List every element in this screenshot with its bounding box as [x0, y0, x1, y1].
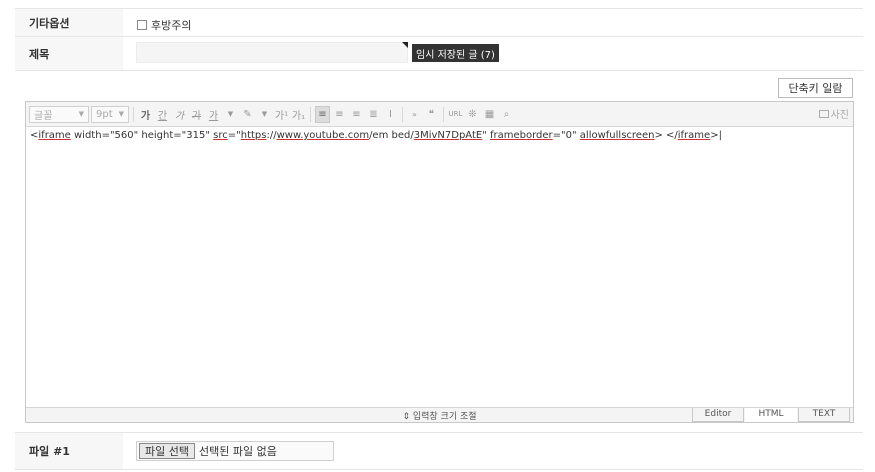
bold-button[interactable]: 가: [138, 106, 153, 123]
search-button[interactable]: ⌕: [499, 106, 514, 123]
align-left-icon: ≡: [318, 108, 327, 120]
line-height-icon: I: [389, 108, 392, 120]
code-token: ": [482, 130, 490, 141]
align-right-button[interactable]: ≡: [349, 106, 364, 123]
table-icon: ▦: [484, 108, 495, 120]
italic-button[interactable]: 가: [172, 106, 187, 123]
line-height-button[interactable]: I: [383, 106, 398, 123]
code-token: > </: [654, 130, 678, 141]
tab-text[interactable]: TEXT: [798, 408, 850, 422]
align-center-button[interactable]: ≡: [332, 106, 347, 123]
font-family-select[interactable]: 글꼴 ▼: [29, 105, 89, 123]
align-right-icon: ≡: [352, 108, 361, 120]
chevron-down-icon: ▼: [227, 110, 234, 118]
underline-button[interactable]: 간: [155, 106, 170, 123]
align-center-icon: ≡: [335, 108, 344, 120]
subject-label: 제목: [15, 37, 123, 70]
font-family-value: 글꼴: [34, 110, 53, 122]
shortcut-list-button[interactable]: 단축키 일람: [778, 78, 853, 98]
subscript-button[interactable]: 가₁: [291, 106, 306, 123]
toolbar-divider: [402, 106, 403, 122]
code-token: 3MivN7DpAtE: [413, 130, 483, 141]
code-token: https: [240, 130, 267, 141]
more-button[interactable]: »: [407, 106, 422, 123]
editor-statusbar: ⇕ 입력창 크기 조절 Editor HTML TEXT: [26, 407, 853, 422]
chevron-down-icon: ▼: [118, 110, 124, 118]
table-button[interactable]: ▦: [482, 106, 497, 123]
code-token: =": [227, 130, 241, 141]
toolbar-divider: [133, 106, 134, 122]
tab-html[interactable]: HTML: [745, 408, 797, 422]
file-input[interactable]: 파일 선택 선택된 파일 없음: [136, 441, 334, 461]
tab-editor[interactable]: Editor: [692, 408, 744, 422]
editor-content-area[interactable]: <iframe width="560" height="315" src="ht…: [26, 127, 853, 408]
code-token: www.youtube.com: [276, 130, 370, 141]
highlight-button[interactable]: ✎: [240, 106, 255, 123]
draft-posts-button[interactable]: 임시 저장된 글 (7): [412, 44, 499, 62]
code-token: width="560" height="315": [70, 130, 214, 141]
font-color-button[interactable]: 가: [206, 106, 221, 123]
subject-corner-marker: [402, 42, 408, 48]
code-token: ://: [266, 130, 277, 141]
toolbar-divider: [443, 106, 444, 122]
code-token: allowfullscreen: [579, 130, 655, 141]
spoiler-checkbox[interactable]: 후방주의: [137, 17, 191, 33]
chevron-down-icon: ▼: [261, 110, 268, 118]
special-char-icon: ❊: [468, 108, 477, 120]
quote-button[interactable]: ❝: [424, 106, 439, 123]
options-label: 기타옵션: [15, 9, 123, 36]
subject-input[interactable]: [136, 42, 408, 63]
font-size-value: 9pt: [96, 108, 113, 120]
code-token: /em bed/: [369, 130, 414, 141]
editor-mode-tabs: Editor HTML TEXT: [691, 408, 850, 422]
font-color-dropdown[interactable]: ▼: [223, 106, 238, 123]
photo-button[interactable]: 사진: [818, 106, 849, 121]
photo-label: 사진: [830, 110, 849, 121]
choose-file-button[interactable]: 파일 선택: [139, 443, 195, 459]
options-row: 기타옵션 후방주의: [15, 8, 863, 37]
font-size-select[interactable]: 9pt ▼: [91, 105, 129, 123]
spoiler-label: 후방주의: [151, 19, 192, 32]
highlighter-icon: ✎: [243, 108, 252, 120]
editor: 글꼴 ▼ 9pt ▼ 가 간 가 가 가 ▼ ✎ ▼ 가¹ 가₁ ≡ ≡ ≡ ≣ I…: [25, 101, 854, 423]
checkbox-box[interactable]: [137, 20, 147, 30]
camera-icon: [818, 109, 829, 118]
subject-row: 제목 임시 저장된 글 (7): [15, 37, 863, 71]
align-justify-button[interactable]: ≣: [366, 106, 381, 123]
file-status: 선택된 파일 없음: [198, 445, 277, 458]
file-row: 파일 #1 파일 선택 선택된 파일 없음: [15, 432, 863, 470]
code-token: frameborder: [490, 130, 553, 141]
double-chevron-icon: »: [412, 109, 417, 119]
emoticon-button[interactable]: ❊: [465, 106, 480, 123]
file-label: 파일 #1: [15, 433, 123, 469]
code-token: iframe: [677, 130, 711, 141]
highlight-dropdown[interactable]: ▼: [257, 106, 272, 123]
strikethrough-button[interactable]: 가: [189, 106, 204, 123]
align-left-button[interactable]: ≡: [315, 105, 330, 123]
search-icon: ⌕: [503, 108, 510, 120]
code-token: src: [213, 130, 228, 141]
code-token: iframe: [38, 130, 71, 141]
chevron-down-icon: ▼: [78, 110, 84, 118]
superscript-button[interactable]: 가¹: [274, 106, 289, 123]
toolbar-divider: [310, 106, 311, 122]
link-button[interactable]: URL: [448, 106, 463, 123]
code-token: ="0": [552, 130, 580, 141]
align-justify-icon: ≣: [369, 108, 378, 120]
editor-toolbar: 글꼴 ▼ 9pt ▼ 가 간 가 가 가 ▼ ✎ ▼ 가¹ 가₁ ≡ ≡ ≡ ≣ I…: [26, 102, 853, 127]
code-token: >|: [710, 130, 722, 141]
